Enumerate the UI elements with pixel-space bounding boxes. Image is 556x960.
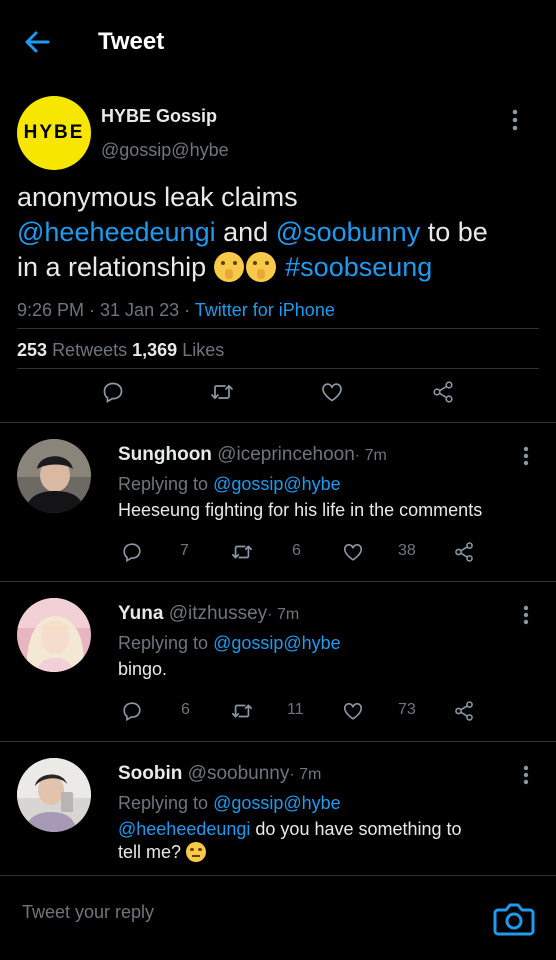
- replying-to-label: Replying to: [118, 793, 209, 813]
- retweet-icon[interactable]: [231, 541, 253, 563]
- retweet-icon[interactable]: [231, 700, 253, 722]
- raised-eyebrow-emoji-icon: [186, 842, 207, 862]
- reply-author-handle[interactable]: @soobunny: [188, 763, 290, 784]
- replying-to: Replying to @gossip@hybe: [118, 793, 341, 814]
- hybe-avatar[interactable]: HYBE: [17, 96, 91, 170]
- tweet-timestamp: 9:26 PM · 31 Jan 23 ·: [17, 300, 195, 320]
- likes-label[interactable]: Likes: [182, 340, 224, 360]
- reply-header: Sunghoon @iceprincehoon· 7m: [118, 444, 387, 466]
- author-name[interactable]: HYBE Gossip: [101, 106, 217, 127]
- reply-time: · 7m: [354, 447, 387, 464]
- reply-count: 6: [181, 701, 190, 718]
- replying-to-handle[interactable]: @gossip@hybe: [213, 474, 341, 494]
- share-icon[interactable]: [431, 380, 455, 404]
- more-options-icon[interactable]: [505, 106, 525, 134]
- retweet-count: 6: [292, 542, 301, 559]
- divider: [17, 328, 539, 329]
- reply-item[interactable]: Yuna @itzhussey· 7m Replying to @gossip@…: [0, 582, 556, 740]
- tweet-text-part: in a relationship: [17, 252, 207, 282]
- more-options-icon[interactable]: [516, 445, 536, 469]
- tweet-text-part: anonymous leak claims: [17, 182, 298, 212]
- reply-author-name[interactable]: Sunghoon: [118, 444, 212, 465]
- retweet-icon[interactable]: [210, 380, 234, 404]
- avatar[interactable]: [17, 439, 91, 513]
- share-icon[interactable]: [453, 541, 475, 563]
- replying-to: Replying to @gossip@hybe: [118, 474, 341, 495]
- divider: [17, 368, 539, 369]
- more-options-icon[interactable]: [516, 764, 536, 788]
- reply-text: @heeheedeungi do you have something to t…: [118, 818, 463, 864]
- more-options-icon[interactable]: [516, 604, 536, 628]
- reply-item[interactable]: Sunghoon @iceprincehoon· 7m Replying to …: [0, 423, 556, 581]
- replying-to: Replying to @gossip@hybe: [118, 633, 341, 654]
- like-count: 38: [398, 542, 416, 559]
- reply-item[interactable]: Soobin @soobunny· 7m Replying to @gossip…: [0, 742, 556, 875]
- mention-link[interactable]: @heeheedeungi: [17, 217, 216, 247]
- retweet-count: 11: [287, 701, 304, 718]
- reply-author-name[interactable]: Yuna: [118, 603, 163, 624]
- like-count[interactable]: 1,369: [132, 340, 177, 360]
- tweet-actions: [0, 380, 556, 410]
- reply-icon[interactable]: [101, 380, 125, 404]
- like-heart-icon[interactable]: [342, 541, 364, 563]
- like-heart-icon[interactable]: [342, 700, 364, 722]
- back-arrow-icon[interactable]: [22, 28, 52, 56]
- source-link[interactable]: Twitter for iPhone: [195, 300, 335, 320]
- avatar-logo-text: HYBE: [23, 122, 85, 143]
- like-heart-icon[interactable]: [320, 380, 344, 404]
- reply-text: bingo.: [118, 659, 168, 679]
- hashtag-link[interactable]: #soobseung: [285, 252, 432, 282]
- share-icon[interactable]: [453, 700, 475, 722]
- reply-time: · 7m: [267, 606, 300, 623]
- tweet-text: anonymous leak claims @heeheedeungi and …: [17, 180, 542, 285]
- replying-to-label: Replying to: [118, 474, 209, 494]
- reply-time: · 7m: [289, 766, 322, 783]
- reply-author-handle[interactable]: @iceprincehoon: [217, 444, 355, 465]
- page-title: Tweet: [98, 28, 165, 55]
- reply-composer[interactable]: Tweet your reply: [0, 876, 556, 960]
- replying-to-handle[interactable]: @gossip@hybe: [213, 793, 341, 813]
- retweet-count[interactable]: 253: [17, 340, 47, 360]
- reply-header: Soobin @soobunny· 7m: [118, 763, 321, 785]
- reply-count: 7: [180, 542, 189, 559]
- tweet-stats: 253 Retweets 1,369 Likes: [17, 340, 224, 361]
- shushing-face-emoji-icon: [245, 252, 276, 282]
- avatar[interactable]: [17, 598, 91, 672]
- shushing-face-emoji-icon: [213, 252, 244, 282]
- avatar[interactable]: [17, 758, 91, 832]
- mention-link[interactable]: @heeheedeungi: [118, 819, 250, 839]
- reply-header: Yuna @itzhussey· 7m: [118, 603, 299, 625]
- retweets-label[interactable]: Retweets: [52, 340, 127, 360]
- reply-author-name[interactable]: Soobin: [118, 763, 182, 784]
- replying-to-label: Replying to: [118, 633, 209, 653]
- tweet-text-part: and: [223, 217, 269, 247]
- tweet-text-part: to be: [427, 217, 488, 247]
- reply-input[interactable]: Tweet your reply: [22, 902, 154, 923]
- reply-icon[interactable]: [121, 700, 143, 722]
- mention-link[interactable]: @soobunny: [276, 217, 421, 247]
- like-count: 73: [398, 701, 416, 718]
- reply-text: Heeseung fighting for his life in the co…: [118, 500, 483, 520]
- reply-author-handle[interactable]: @itzhussey: [169, 603, 268, 624]
- camera-icon[interactable]: [492, 900, 536, 938]
- reply-icon[interactable]: [121, 541, 143, 563]
- tweet-meta: 9:26 PM · 31 Jan 23 · Twitter for iPhone: [17, 300, 335, 321]
- replying-to-handle[interactable]: @gossip@hybe: [213, 633, 341, 653]
- top-bar: Tweet: [0, 0, 556, 84]
- author-handle[interactable]: @gossip@hybe: [101, 140, 229, 161]
